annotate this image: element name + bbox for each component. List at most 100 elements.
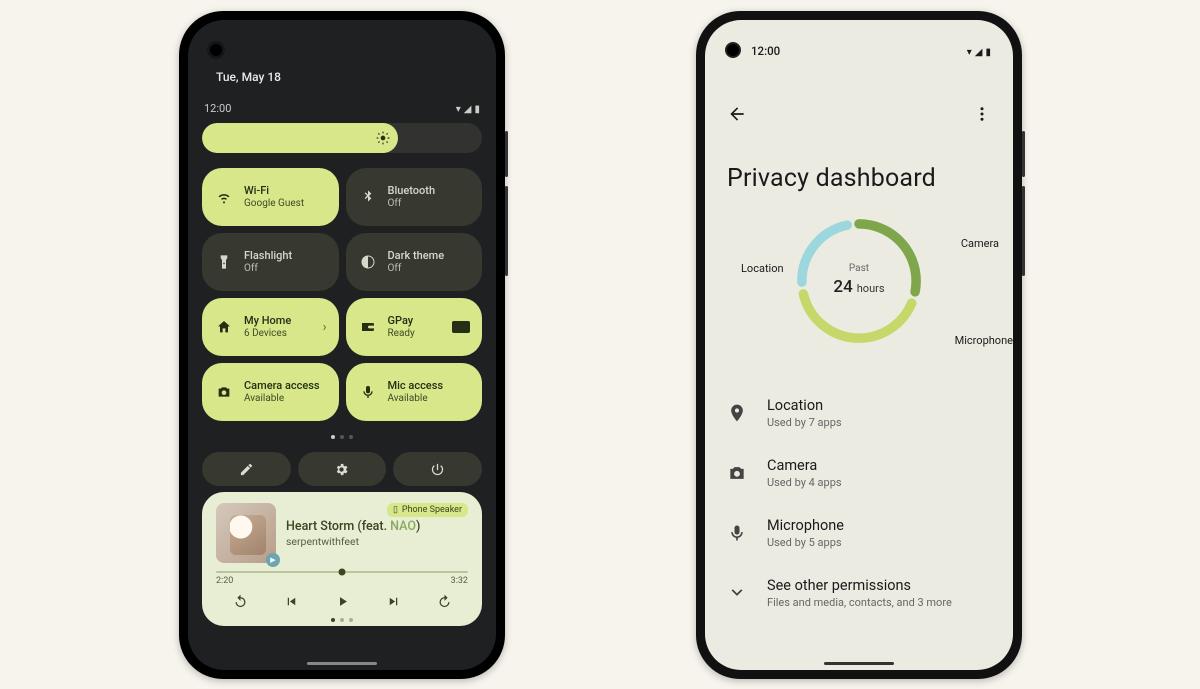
signal-status-icon: ◢ [975,47,983,58]
donut-caption-top: Past [849,262,869,276]
brightness-icon [376,131,390,145]
tile-title: Dark theme [388,249,445,263]
perm-item-camera[interactable]: Camera Used by 4 apps [727,443,991,503]
status-icons: ▾◢▮ [453,102,480,115]
qs-tile-bluetooth[interactable]: BluetoothOff [346,168,483,226]
tile-subtitle: Off [244,263,292,276]
battery-status-icon: ▮ [985,47,991,58]
play-button[interactable] [332,592,352,612]
battery-status-icon: ▮ [474,104,480,115]
camera-icon [727,463,747,483]
qs-tile-flashlight[interactable]: FlashlightOff [202,233,339,291]
perm-title: Microphone [767,517,844,534]
more-vert-icon [973,105,991,123]
perm-title: Camera [767,457,842,474]
perm-subtitle: Used by 4 apps [767,476,842,489]
forward-button[interactable] [434,592,454,612]
tile-subtitle: Google Guest [244,198,304,211]
perm-title: Location [767,397,842,414]
camera-hole [727,44,739,56]
skip-previous-icon [284,594,299,609]
tile-title: GPay [388,314,415,328]
forward-icon [437,594,452,609]
media-pager [202,618,482,622]
perm-subtitle: Used by 5 apps [767,536,844,549]
tile-subtitle: Off [388,198,436,211]
tile-subtitle: 6 Devices [244,328,291,341]
bluetooth-icon [360,189,376,205]
camera-hole [210,44,222,56]
power-icon [430,462,445,477]
perm-item-mic[interactable]: Microphone Used by 5 apps [727,503,991,563]
darktheme-icon [360,254,376,270]
donut-label-location: Location [741,262,784,275]
mic-icon [727,523,747,543]
camera-icon [216,384,232,400]
status-bar: 12:00 ▾◢▮ [202,99,482,117]
seek-slider[interactable] [216,571,468,573]
perm-subtitle: Used by 7 apps [767,416,842,429]
duration-label: 3:32 [451,576,468,586]
album-art [216,503,276,563]
home-indicator[interactable] [307,662,377,665]
qs-tile-wallet[interactable]: GPayReady [346,298,483,356]
donut-label-mic: Microphone [955,334,1013,347]
skip-next-icon [386,594,401,609]
track-title: Heart Storm (feat. NAO) [286,519,420,534]
mic-icon [360,384,376,400]
wifi-status-icon: ▾ [967,47,972,58]
donut-number: 24 [833,277,852,297]
perm-subtitle: Files and media, contacts, and 3 more [767,596,952,609]
source-app-icon: ▶ [266,553,280,567]
card-icon [452,321,470,333]
status-icons: ▾◢▮ [964,44,991,58]
wifi-status-icon: ▾ [456,104,461,115]
phone-privacy-dashboard: 12:00 ▾◢▮ Privacy dashboard Past 24hours [696,11,1022,679]
donut-label-camera: Camera [961,237,999,250]
page-title: Privacy dashboard [727,164,936,193]
home-indicator[interactable] [824,662,894,665]
qs-pager [188,435,496,439]
power-button[interactable] [393,452,482,486]
tile-subtitle: Off [388,263,445,276]
settings-button[interactable] [298,452,387,486]
qs-tile-wifi[interactable]: Wi-FiGoogle Guest [202,168,339,226]
flashlight-icon [216,254,232,270]
tile-subtitle: Ready [388,328,415,341]
play-icon [335,594,350,609]
media-player-card: ▯ Phone Speaker ▶ Heart Storm (feat. NAO… [202,492,482,626]
qs-tile-home[interactable]: My Home6 Devices › [202,298,339,356]
previous-button[interactable] [281,592,301,612]
qs-tile-mic[interactable]: Mic accessAvailable [346,363,483,421]
usage-donut-chart: Past 24hours Location Camera Microphone [705,213,1013,353]
perm-item-location[interactable]: Location Used by 7 apps [727,383,991,443]
location-icon [727,403,747,423]
rewind-icon [233,594,248,609]
next-button[interactable] [383,592,403,612]
gear-icon [334,462,349,477]
wallet-icon [360,319,376,335]
tile-title: Camera access [244,379,320,393]
status-bar: 12:00 ▾◢▮ [705,41,1013,61]
qs-tile-darktheme[interactable]: Dark themeOff [346,233,483,291]
overflow-menu-button[interactable] [973,105,991,127]
track-artist: serpentwithfeet [286,535,420,548]
clock-label: 12:00 [204,102,231,115]
perm-item-expand[interactable]: See other permissionsFiles and media, co… [727,563,991,623]
home-icon [216,319,232,335]
qs-tile-camera[interactable]: Camera accessAvailable [202,363,339,421]
expand-icon [727,583,747,603]
pencil-icon [239,462,254,477]
phone-quicksettings: Tue, May 18 12:00 ▾◢▮ Wi-FiGoogle GuestB… [179,11,505,679]
date-label: Tue, May 18 [216,70,281,84]
arrow-back-icon [727,104,747,124]
edit-tiles-button[interactable] [202,452,291,486]
tile-subtitle: Available [244,393,320,406]
brightness-slider[interactable] [202,123,482,153]
chevron-right-icon: › [323,320,327,335]
tile-title: My Home [244,314,291,328]
signal-status-icon: ◢ [464,104,472,115]
back-button[interactable] [727,104,747,128]
rewind-button[interactable] [230,592,250,612]
tile-subtitle: Available [388,393,444,406]
